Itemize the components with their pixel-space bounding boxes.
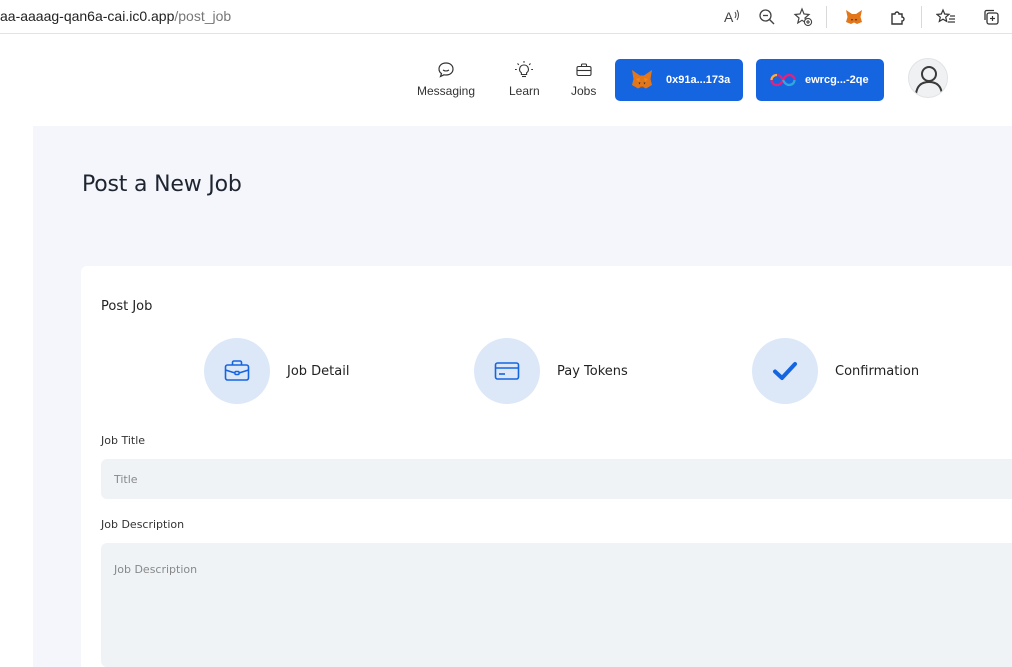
check-icon bbox=[773, 362, 797, 380]
card-icon bbox=[494, 362, 520, 380]
step-label: Confirmation bbox=[835, 363, 920, 379]
icp-principal: ewrcg...-2qe bbox=[805, 74, 869, 86]
page-title: Post a New Job bbox=[82, 172, 242, 197]
collections-icon[interactable] bbox=[980, 6, 1002, 28]
nav-messaging[interactable]: Messaging bbox=[417, 60, 475, 98]
step-circle bbox=[204, 338, 270, 404]
step-job-detail[interactable]: Job Detail bbox=[204, 338, 349, 404]
toolbar-divider bbox=[921, 6, 922, 28]
chat-icon bbox=[438, 62, 454, 78]
step-circle bbox=[752, 338, 818, 404]
add-favorite-icon[interactable] bbox=[792, 6, 814, 28]
briefcase-icon bbox=[576, 63, 592, 77]
form-heading: Post Job bbox=[101, 299, 153, 314]
metamask-address: 0x91a...173a bbox=[666, 74, 731, 86]
lightbulb-icon bbox=[515, 61, 534, 78]
address-bar[interactable]: aa-aaaag-qan6a-cai.ic0.app/post_job bbox=[0, 8, 231, 24]
job-description-input[interactable] bbox=[101, 543, 1012, 667]
extensions-icon[interactable] bbox=[887, 6, 909, 28]
metamask-extension-icon[interactable] bbox=[843, 6, 865, 28]
step-confirmation[interactable]: Confirmation bbox=[752, 338, 919, 404]
nav-jobs[interactable]: Jobs bbox=[571, 60, 596, 98]
metamask-wallet-button[interactable]: 0x91a...173a bbox=[615, 59, 743, 101]
job-description-label: Job Description bbox=[101, 518, 185, 531]
step-pay-tokens[interactable]: Pay Tokens bbox=[474, 338, 628, 404]
url-host: aa-aaaag-qan6a-cai.ic0.app bbox=[0, 8, 175, 24]
nav-learn[interactable]: Learn bbox=[509, 60, 540, 98]
internet-computer-icon bbox=[770, 73, 796, 87]
nav-messaging-label: Messaging bbox=[417, 84, 476, 98]
step-label: Job Detail bbox=[287, 363, 350, 379]
briefcase-icon bbox=[224, 360, 250, 381]
nav-learn-label: Learn bbox=[509, 84, 540, 98]
user-icon bbox=[915, 66, 943, 95]
favorites-icon[interactable] bbox=[935, 6, 957, 28]
zoom-out-icon[interactable] bbox=[756, 6, 778, 28]
url-path: /post_job bbox=[174, 8, 232, 24]
svg-text:A: A bbox=[724, 9, 734, 25]
user-avatar[interactable] bbox=[908, 58, 948, 98]
toolbar-divider bbox=[826, 6, 827, 28]
nav-jobs-label: Jobs bbox=[571, 84, 597, 98]
icp-wallet-button[interactable]: ewrcg...-2qe bbox=[756, 59, 884, 101]
read-aloud-icon[interactable]: A bbox=[720, 6, 742, 28]
job-title-input[interactable] bbox=[101, 459, 1012, 499]
metamask-fox-icon bbox=[632, 70, 652, 89]
job-title-label: Job Title bbox=[101, 434, 146, 447]
step-label: Pay Tokens bbox=[557, 363, 628, 379]
step-circle bbox=[474, 338, 540, 404]
browser-toolbar: aa-aaaag-qan6a-cai.ic0.app/post_job A bbox=[0, 0, 1012, 34]
